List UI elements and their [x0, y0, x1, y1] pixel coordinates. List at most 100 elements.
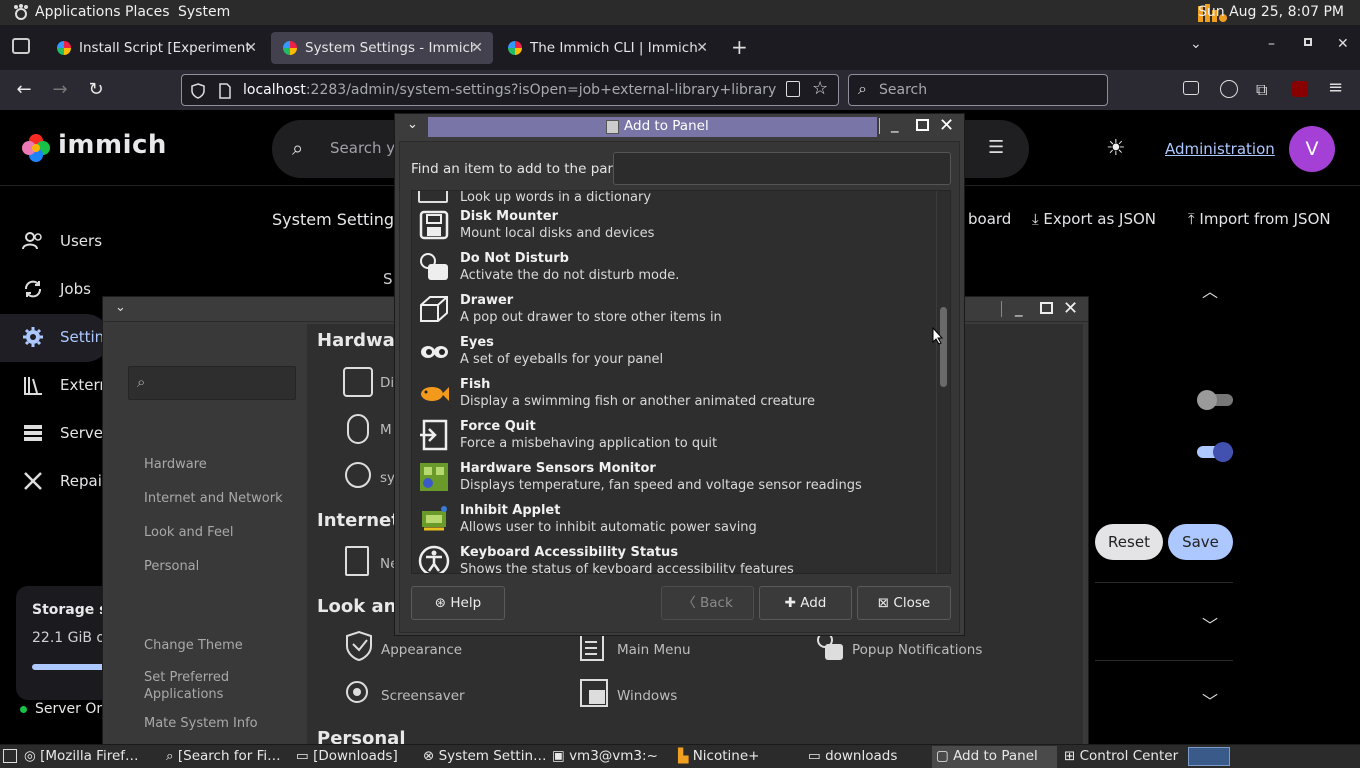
- window-menu-chevron-icon[interactable]: ⌄: [407, 117, 418, 132]
- account-icon[interactable]: [1220, 80, 1238, 98]
- import-json-button[interactable]: ⤒ Import from JSON: [1188, 210, 1331, 228]
- network-icon[interactable]: [345, 546, 369, 576]
- taskbar-item-nicotine[interactable]: ▙ Nicotine+: [678, 748, 759, 764]
- administration-link[interactable]: Administration: [1165, 140, 1275, 158]
- reload-icon[interactable]: ↻: [84, 78, 108, 102]
- web-search-input[interactable]: ⌕ Search: [848, 74, 1108, 106]
- taskbar-item-control-center[interactable]: ⊞ Control Center: [1064, 748, 1178, 764]
- cc-category-look[interactable]: Look and Feel: [144, 525, 234, 540]
- taskbar-item-firefox[interactable]: ◎ [Mozilla Firef…: [24, 748, 139, 764]
- back-icon[interactable]: ←: [12, 78, 36, 102]
- cc-item-main-menu[interactable]: Main Menu: [617, 642, 691, 658]
- close-tab-icon[interactable]: ✕: [245, 40, 257, 56]
- cc-item-system[interactable]: sy: [380, 470, 395, 486]
- minimize-icon[interactable]: _: [891, 115, 899, 133]
- taskbar-item-terminal[interactable]: ▣ vm3@vm3:~: [552, 748, 658, 764]
- taskbar-item-downloads[interactable]: ▭ downloads: [808, 748, 897, 764]
- list-tabs-icon[interactable]: ⌄: [1190, 36, 1202, 52]
- shield-icon[interactable]: [190, 83, 206, 99]
- extensions-icon[interactable]: ⧉: [1256, 80, 1267, 100]
- close-window-icon[interactable]: ✕: [1063, 298, 1078, 319]
- mate-foot-icon[interactable]: [11, 3, 31, 23]
- new-tab-icon[interactable]: +: [731, 35, 748, 59]
- applet-list[interactable]: Look up words in a dictionary Disk Mount…: [411, 190, 951, 574]
- pocket-icon[interactable]: [1183, 81, 1199, 95]
- clock[interactable]: Sun Aug 25, 8:07 PM: [1198, 4, 1344, 20]
- applications-menu[interactable]: Applications: [35, 4, 121, 20]
- window-menu-chevron-icon[interactable]: ⌄: [115, 300, 126, 315]
- sidebar-item-external-libraries[interactable]: Extern: [0, 362, 110, 410]
- list-item[interactable]: Disk Mounter Mount local disks and devic…: [412, 205, 936, 247]
- list-scrollbar[interactable]: [936, 191, 950, 573]
- close-button[interactable]: ⊠ Close: [857, 586, 951, 620]
- sidebar-item-users[interactable]: Users: [0, 218, 110, 266]
- export-json-button[interactable]: ⤓ Export as JSON: [1032, 210, 1156, 228]
- list-item[interactable]: Force Quit Force a misbehaving applicati…: [412, 415, 936, 457]
- list-item[interactable]: Eyes A set of eyeballs for your panel: [412, 331, 936, 373]
- toggle-off[interactable]: [1197, 390, 1233, 410]
- appearance-icon[interactable]: [343, 630, 375, 662]
- system-icon[interactable]: [345, 462, 371, 488]
- list-item[interactable]: Fish Display a swimming fish or another …: [412, 373, 936, 415]
- maximize-icon[interactable]: [1304, 38, 1312, 46]
- add-to-panel-titlebar[interactable]: ⌄ Add to Panel _ ✕: [395, 114, 964, 139]
- dashboard-link[interactable]: board: [968, 210, 1011, 228]
- cc-item-mouse[interactable]: M: [380, 422, 392, 438]
- immich-logo-icon[interactable]: [20, 132, 52, 164]
- tab-install-script[interactable]: Install Script [Experimental] ✕: [45, 32, 267, 64]
- collapse-chevron-icon[interactable]: ︿: [1202, 278, 1218, 302]
- firefox-view-icon[interactable]: [12, 38, 30, 54]
- list-item[interactable]: Keyboard Accessibility Status Shows the …: [412, 541, 936, 573]
- cc-category-hardware[interactable]: Hardware: [144, 457, 207, 472]
- sidebar-item-repair[interactable]: Repair: [0, 458, 110, 506]
- cc-task-system-info[interactable]: Mate System Info: [144, 716, 258, 731]
- reset-button[interactable]: Reset: [1095, 524, 1163, 560]
- workspace-switcher[interactable]: [1188, 747, 1230, 766]
- taskbar-item-add-to-panel[interactable]: ▢ Add to Panel: [932, 746, 1057, 768]
- help-button[interactable]: ⊛ Help: [411, 586, 505, 620]
- windows-icon[interactable]: [579, 678, 611, 710]
- scrollbar-thumb[interactable]: [940, 307, 947, 387]
- filter-sliders-icon[interactable]: ☰: [988, 137, 1004, 158]
- list-item[interactable]: Do Not Disturb Activate the do not distu…: [412, 247, 936, 289]
- cc-item-appearance[interactable]: Appearance: [381, 642, 462, 658]
- cc-item-display[interactable]: Di: [380, 375, 394, 391]
- cc-task-preferred-apps[interactable]: Set Preferred Applications: [144, 669, 254, 703]
- theme-sun-icon[interactable]: ☀: [1106, 136, 1126, 161]
- list-item[interactable]: Hardware Sensors Monitor Displays temper…: [412, 457, 936, 499]
- cc-item-popup-notifications[interactable]: Popup Notifications: [852, 642, 982, 658]
- close-window-icon[interactable]: ✕: [939, 115, 954, 136]
- maximize-icon[interactable]: [1040, 302, 1053, 314]
- sidebar-item-settings[interactable]: Settin: [0, 314, 110, 362]
- url-text[interactable]: localhost:2283/admin/system-settings?isO…: [243, 82, 776, 98]
- add-button[interactable]: ✚ Add: [759, 586, 852, 620]
- avatar[interactable]: V: [1289, 126, 1335, 172]
- system-menu[interactable]: System: [178, 4, 230, 20]
- show-desktop-icon[interactable]: [3, 749, 17, 763]
- sidebar-item-jobs[interactable]: Jobs: [0, 266, 110, 314]
- ublock-icon[interactable]: [1292, 81, 1308, 97]
- screensaver-icon[interactable]: [343, 678, 375, 708]
- mouse-icon[interactable]: [347, 414, 369, 444]
- taskbar-item-system-settings[interactable]: ⊗ System Settin…: [423, 748, 547, 764]
- maximize-icon[interactable]: [916, 119, 929, 131]
- page-icon[interactable]: [218, 83, 232, 99]
- close-tab-icon[interactable]: ✕: [696, 40, 708, 56]
- bookmark-star-icon[interactable]: ☆: [812, 78, 828, 99]
- tab-immich-cli[interactable]: The Immich CLI | Immich ✕: [496, 32, 718, 64]
- expand-chevron-icon[interactable]: ﹀: [1202, 612, 1218, 636]
- reader-view-icon[interactable]: [786, 81, 800, 97]
- minimize-icon[interactable]: –: [1268, 36, 1275, 52]
- find-item-input[interactable]: [613, 152, 951, 185]
- display-icon[interactable]: [343, 367, 373, 397]
- control-center-search[interactable]: ⌕: [128, 366, 296, 400]
- cc-item-windows[interactable]: Windows: [617, 688, 677, 704]
- hamburger-menu-icon[interactable]: ≡: [1328, 77, 1343, 98]
- tab-system-settings[interactable]: System Settings - Immich ✕: [271, 32, 493, 64]
- save-button[interactable]: Save: [1168, 524, 1233, 560]
- back-button[interactable]: 〈 Back: [661, 586, 754, 620]
- places-menu[interactable]: Places: [125, 4, 170, 20]
- cc-category-internet[interactable]: Internet and Network: [144, 491, 283, 506]
- minimize-icon[interactable]: _: [1015, 299, 1023, 317]
- list-item[interactable]: Drawer A pop out drawer to store other i…: [412, 289, 936, 331]
